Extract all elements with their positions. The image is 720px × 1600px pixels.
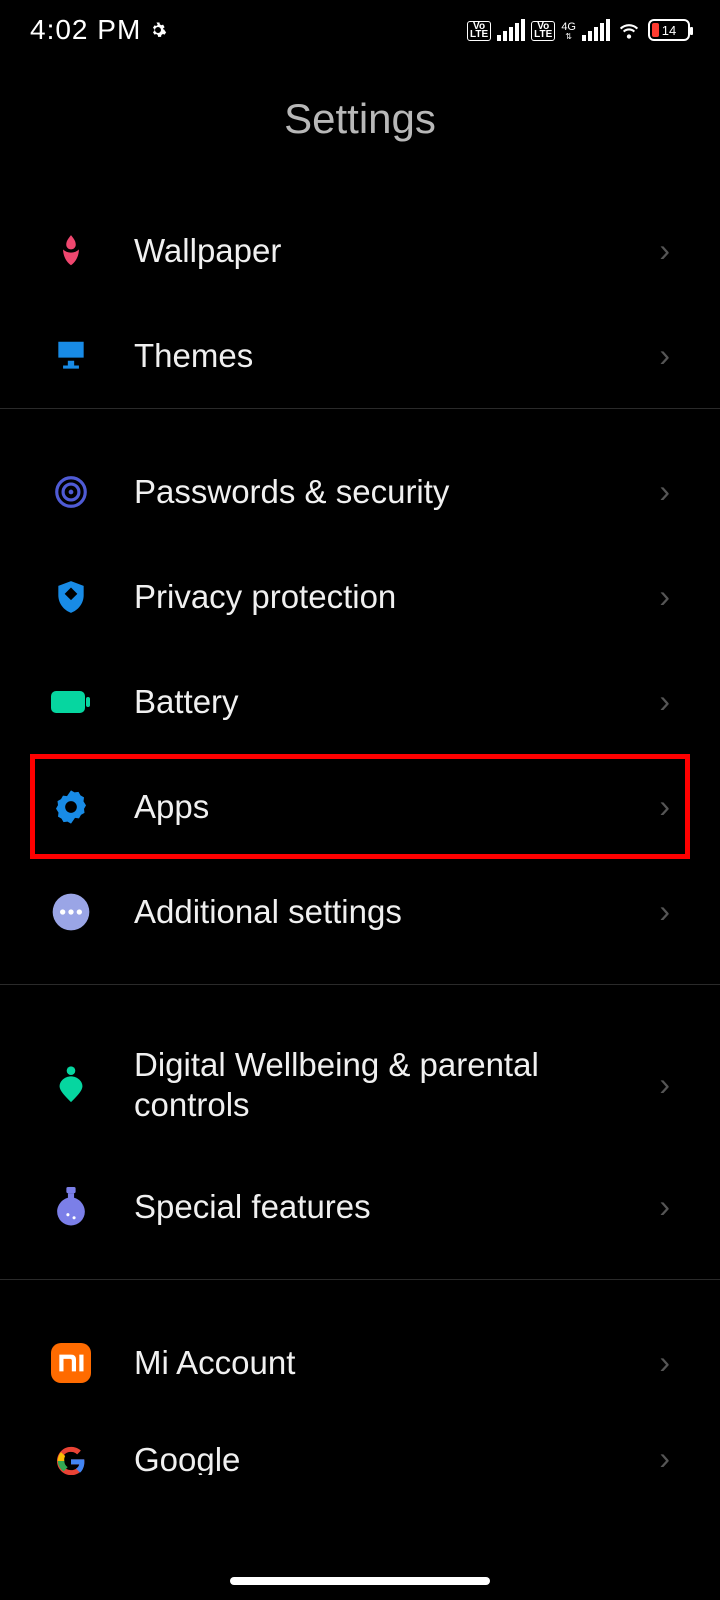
settings-item-label: Battery — [134, 682, 617, 722]
wifi-icon — [616, 17, 642, 43]
chevron-right-icon: › — [659, 1344, 670, 1381]
volte-icon: Vo LTE — [531, 21, 555, 41]
settings-item-wallpaper[interactable]: Wallpaper › — [0, 198, 720, 303]
chevron-right-icon: › — [659, 337, 670, 374]
chevron-right-icon: › — [659, 788, 670, 825]
wellbeing-icon — [50, 1064, 92, 1106]
settings-item-label: Privacy protection — [134, 577, 617, 617]
settings-item-label: Google — [134, 1440, 617, 1475]
settings-item-label: Passwords & security — [134, 472, 617, 512]
settings-list: Wallpaper › Themes › Passwords & securit… — [0, 198, 720, 1475]
section-security: Passwords & security › Privacy protectio… — [0, 408, 720, 984]
chevron-right-icon: › — [659, 683, 670, 720]
settings-item-label: Additional settings — [134, 892, 617, 932]
ellipsis-icon — [50, 891, 92, 933]
settings-item-label: Special features — [134, 1187, 617, 1227]
status-time: 4:02 PM — [30, 14, 141, 46]
settings-item-privacy-protection[interactable]: Privacy protection › — [0, 544, 720, 649]
page-title: Settings — [0, 60, 720, 198]
chevron-right-icon: › — [659, 473, 670, 510]
settings-item-apps[interactable]: Apps › — [30, 754, 690, 859]
shield-icon — [50, 576, 92, 618]
settings-item-mi-account[interactable]: Mi Account › — [0, 1310, 720, 1415]
settings-indicator-icon — [149, 21, 167, 39]
status-left: 4:02 PM — [30, 14, 167, 46]
chevron-right-icon: › — [659, 232, 670, 269]
status-right: Vo LTE Vo LTE 4G ⇅ 14 — [467, 17, 690, 43]
section-wellbeing: Digital Wellbeing & parental controls › … — [0, 984, 720, 1279]
section-appearance: Wallpaper › Themes › — [0, 198, 720, 408]
gear-icon — [50, 786, 92, 828]
mi-icon — [50, 1342, 92, 1384]
settings-item-label: Mi Account — [134, 1343, 617, 1383]
themes-icon — [50, 335, 92, 377]
settings-item-battery[interactable]: Battery › — [0, 649, 720, 754]
battery-icon — [50, 681, 92, 723]
settings-item-themes[interactable]: Themes › — [0, 303, 720, 408]
volte-icon: Vo LTE — [467, 21, 491, 41]
settings-item-special-features[interactable]: Special features › — [0, 1154, 720, 1259]
signal-bars-icon — [497, 19, 525, 41]
chevron-right-icon: › — [659, 578, 670, 615]
signal-bars-icon — [582, 19, 610, 41]
settings-item-label: Apps — [134, 787, 617, 827]
fingerprint-icon — [50, 471, 92, 513]
home-indicator[interactable] — [230, 1577, 490, 1585]
settings-item-passwords-security[interactable]: Passwords & security › — [0, 439, 720, 544]
settings-item-google[interactable]: Google › — [0, 1415, 720, 1475]
section-accounts: Mi Account › Google › — [0, 1279, 720, 1475]
sim1-signal: Vo LTE — [467, 19, 525, 41]
settings-item-additional-settings[interactable]: Additional settings › — [0, 859, 720, 964]
chevron-right-icon: › — [659, 1066, 670, 1103]
settings-item-label: Wallpaper — [134, 231, 617, 271]
chevron-right-icon: › — [659, 1440, 670, 1475]
network-4g-icon: 4G ⇅ — [561, 23, 576, 41]
tulip-icon — [50, 230, 92, 272]
chevron-right-icon: › — [659, 893, 670, 930]
flask-icon — [50, 1186, 92, 1228]
settings-item-digital-wellbeing[interactable]: Digital Wellbeing & parental controls › — [0, 1015, 720, 1154]
google-icon — [50, 1440, 92, 1475]
settings-item-label: Themes — [134, 336, 617, 376]
sim2-signal: Vo LTE 4G ⇅ — [531, 19, 610, 41]
battery-status-icon: 14 — [648, 19, 690, 41]
settings-item-label: Digital Wellbeing & parental controls — [134, 1045, 617, 1124]
chevron-right-icon: › — [659, 1188, 670, 1225]
status-bar: 4:02 PM Vo LTE Vo LTE 4G ⇅ — [0, 0, 720, 60]
